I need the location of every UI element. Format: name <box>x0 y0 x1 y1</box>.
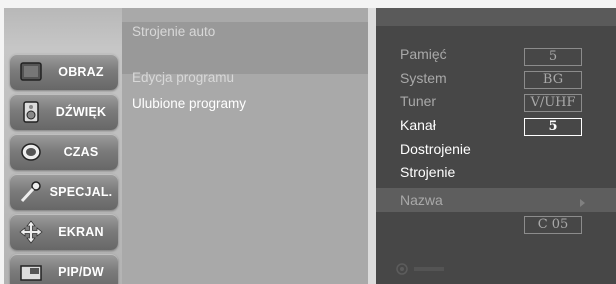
setting-value-system[interactable]: BG <box>524 71 582 89</box>
move-arrows-icon <box>18 220 44 244</box>
panel-top-band <box>376 8 616 26</box>
setting-value-pamiec[interactable]: 5 <box>524 48 582 66</box>
sidebar-item-ekran[interactable]: EKRAN <box>10 214 118 250</box>
picture-icon <box>18 60 44 84</box>
submenu-item-ulubione-programy[interactable]: Ulubione programy <box>132 96 246 111</box>
sidebar-item-label: SPECJAL. <box>49 185 113 199</box>
speaker-icon <box>18 100 44 124</box>
clock-icon <box>18 140 44 164</box>
panel-divider <box>368 8 376 284</box>
sidebar-item-obraz[interactable]: OBRAZ <box>10 54 118 90</box>
setting-label-pamiec: Pamięć <box>400 46 447 62</box>
setting-strojenie[interactable]: Strojenie <box>400 164 455 180</box>
setting-label-system: System <box>400 70 447 86</box>
main-menu-sidebar: OBRAZ DŹWIĘK CZAS SPECJAL. EKRAN PIP/DW <box>4 8 122 284</box>
setting-label-tuner: Tuner <box>400 93 437 109</box>
sidebar-item-pip-dw[interactable]: PIP/DW <box>10 254 118 284</box>
setting-value-kanal[interactable]: 5 <box>524 118 582 136</box>
sidebar-item-dzwiek[interactable]: DŹWIĘK <box>10 94 118 130</box>
manual-tuning-panel: Pamięć 5 System BG Tuner V/UHF Kanał 5 D… <box>376 8 616 284</box>
chevron-right-icon <box>580 199 585 207</box>
setting-value-nazwa[interactable]: C 05 <box>524 216 582 234</box>
submenu-item-edycja-programu[interactable]: Edycja programu <box>132 70 234 85</box>
setting-value-tuner[interactable]: V/UHF <box>524 94 582 112</box>
key-icon <box>18 180 44 204</box>
sidebar-item-label: EKRAN <box>58 225 104 239</box>
submenu-panel: Strojenie auto Edycja programu Ulubione … <box>122 8 368 284</box>
sidebar-item-label: CZAS <box>63 145 99 159</box>
sidebar-item-label: PIP/DW <box>58 265 104 279</box>
sidebar-item-czas[interactable]: CZAS <box>10 134 118 170</box>
sidebar-item-specjal[interactable]: SPECJAL. <box>10 174 118 210</box>
setting-label-kanal: Kanał <box>400 117 436 133</box>
submenu-item-strojenie-auto[interactable]: Strojenie auto <box>132 24 215 39</box>
sidebar-item-label: DŹWIĘK <box>55 105 107 119</box>
setting-dostrojenie[interactable]: Dostrojenie <box>400 141 471 157</box>
tv-menu-screen: OBRAZ DŹWIĘK CZAS SPECJAL. EKRAN PIP/DW … <box>0 0 616 284</box>
sidebar-item-label: OBRAZ <box>58 65 104 79</box>
setting-label-nazwa[interactable]: Nazwa <box>400 192 443 208</box>
bottom-hint-icon <box>390 262 606 276</box>
pip-icon <box>18 260 44 284</box>
